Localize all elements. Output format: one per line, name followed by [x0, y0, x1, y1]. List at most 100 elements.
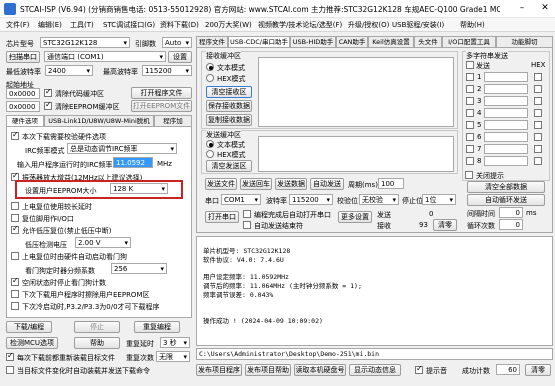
repeat-delay-select[interactable]: 3 秒	[160, 337, 190, 348]
loop-count-input[interactable]: 0	[499, 219, 523, 230]
p32-p33-checkbox[interactable]	[11, 302, 19, 310]
menu-help[interactable]: 帮助(H)	[460, 20, 485, 30]
tab-can-assistant[interactable]: CAN助手	[336, 36, 368, 47]
clear-tx-button[interactable]: 清空发送区	[206, 160, 252, 172]
multi-row-send-checkbox[interactable]	[466, 133, 474, 141]
menu-prize[interactable]: 200万大奖(W)	[205, 20, 252, 30]
tx-text-mode-radio[interactable]	[206, 140, 214, 148]
auto-close-checkbox[interactable]	[243, 221, 251, 229]
erase-eeprom-checkbox[interactable]	[11, 290, 19, 298]
tab-pin-switch[interactable]: 功能脚切	[496, 36, 553, 47]
tx-hex-mode-radio[interactable]	[206, 150, 214, 158]
baud-select[interactable]: 115200	[289, 194, 333, 205]
multi-row-hex-checkbox[interactable]	[534, 85, 542, 93]
multi-row-input[interactable]	[484, 144, 528, 154]
multi-row-send-checkbox[interactable]	[466, 145, 474, 153]
parity-select[interactable]: 无校验	[359, 194, 399, 205]
menu-upgrade[interactable]: 升级/授权(O)	[348, 20, 389, 30]
eeprom-addr-input[interactable]: 0x0000	[6, 101, 40, 112]
download-program-button[interactable]: 下载/编程	[6, 321, 52, 333]
low-voltage-reset-checkbox[interactable]	[11, 224, 19, 234]
lvd-select[interactable]: 2.00 V	[75, 237, 131, 248]
multi-row-hex-checkbox[interactable]	[534, 109, 542, 117]
reset-pin-io-checkbox[interactable]	[11, 214, 19, 222]
multi-row-send-checkbox[interactable]	[466, 157, 474, 165]
reprogram-button[interactable]: 重复编程	[134, 321, 180, 333]
tab-usb-link[interactable]: USB-Link1D/U8W/U8W-Mini脱机	[44, 115, 154, 126]
auto-send-button[interactable]: 自动发送	[310, 178, 344, 190]
auto-wdt-checkbox[interactable]	[11, 252, 19, 260]
menu-usb-driver[interactable]: USB驱程/安装(I)	[392, 20, 444, 30]
clear-counts-button[interactable]: 清零	[433, 219, 457, 231]
irc-mode-select[interactable]: 总是动态调节IRC频率	[67, 143, 177, 154]
settings-button[interactable]: 设置	[168, 51, 192, 63]
reload-target-checkbox[interactable]	[6, 351, 14, 361]
verify-hw-checkbox[interactable]	[11, 130, 19, 140]
tab-keil-settings[interactable]: Keil仿真设置	[368, 36, 414, 47]
copy-rx-button[interactable]: 复制接收数据	[206, 114, 252, 126]
close-hint-checkbox[interactable]	[465, 171, 473, 179]
close-icon[interactable]: ✕	[538, 2, 552, 15]
port-select[interactable]: 通信端口 (COM1)	[44, 51, 166, 62]
tab-program-encrypt[interactable]: 程序加	[154, 115, 192, 126]
scan-port-button[interactable]: 扫描串口	[6, 51, 40, 63]
menu-debug[interactable]: STC调试接口(G)	[103, 20, 155, 30]
input-freq-field[interactable]: 11.0592	[113, 157, 153, 168]
tab-hardware-options[interactable]: 硬件选项	[6, 115, 44, 126]
publish-project-button[interactable]: 发布项目程序	[196, 364, 242, 376]
auto-open-checkbox[interactable]	[243, 210, 251, 218]
menu-edit[interactable]: 编辑(E)	[38, 20, 62, 30]
chip-model-select[interactable]: STC32G12K128	[40, 37, 130, 48]
auto-loop-send-button[interactable]: 自动循环发送	[467, 194, 545, 206]
file-path-field[interactable]: C:\Users\Administrator\Desktop\Demo-251\…	[196, 348, 553, 360]
stopbits-select[interactable]: 1位	[422, 194, 456, 205]
read-disk-id-button[interactable]: 读取本机硬盘号	[294, 364, 346, 376]
multi-row-send-checkbox[interactable]	[466, 109, 474, 117]
rx-text-area[interactable]	[258, 57, 454, 127]
clear-success-button[interactable]: 清零	[525, 364, 551, 376]
multi-row-input[interactable]	[484, 84, 528, 94]
show-dynamic-info-button[interactable]: 显示动态信息	[349, 364, 401, 376]
multi-row-input[interactable]	[484, 108, 528, 118]
multi-row-hex-checkbox[interactable]	[534, 121, 542, 129]
tab-header-file[interactable]: 头文件	[414, 36, 442, 47]
hint-sound-checkbox[interactable]	[415, 364, 423, 374]
send-file-button[interactable]: 发送文件	[205, 178, 237, 190]
code-addr-input[interactable]: 0x0000	[6, 88, 40, 99]
rx-text-mode-radio[interactable]	[206, 63, 214, 71]
idle-stop-wdt-checkbox[interactable]	[11, 276, 19, 286]
more-settings-button[interactable]: 更多设置	[338, 211, 372, 223]
help-button[interactable]: 帮助	[74, 337, 120, 349]
wdt-divider-select[interactable]: 256	[111, 263, 167, 274]
save-rx-button[interactable]: 保存接收数据	[206, 100, 252, 112]
rx-hex-mode-radio[interactable]	[206, 74, 214, 82]
eeprom-size-select[interactable]: 128 K	[110, 183, 168, 194]
menu-download[interactable]: 资料下载(D)	[160, 20, 199, 30]
multi-row-hex-checkbox[interactable]	[534, 145, 542, 153]
multi-row-input[interactable]	[484, 132, 528, 142]
tab-hid-assistant[interactable]: USB-HID助手	[290, 36, 336, 47]
tab-serial-assistant[interactable]: USB-CDC/串口助手	[228, 36, 290, 47]
menu-video[interactable]: 视频教学/技术论坛/选型(F)	[258, 20, 342, 30]
multi-send-all-checkbox[interactable]	[466, 61, 474, 69]
interval-input[interactable]: 0	[499, 207, 523, 218]
send-data-button[interactable]: 发送数据	[275, 178, 307, 190]
tab-io-config[interactable]: I/O口配置工具	[442, 36, 496, 47]
publish-help-button[interactable]: 发布项目帮助	[245, 364, 291, 376]
max-baud-select[interactable]: 115200	[142, 65, 192, 76]
port-select-right[interactable]: COM1	[221, 194, 261, 205]
clear-code-checkbox[interactable]	[44, 87, 52, 97]
clear-rx-button[interactable]: 清空接收区	[206, 86, 252, 98]
long-reset-delay-checkbox[interactable]	[11, 202, 19, 210]
clear-all-data-button[interactable]: 清空全部数据	[467, 181, 545, 193]
stop-button[interactable]: 停止	[74, 321, 120, 333]
multi-row-send-checkbox[interactable]	[466, 73, 474, 81]
min-baud-select[interactable]: 2400	[45, 65, 93, 76]
menu-tools[interactable]: 工具(T)	[70, 20, 94, 30]
send-enter-button[interactable]: 发送回车	[240, 178, 272, 190]
multi-row-send-checkbox[interactable]	[466, 97, 474, 105]
open-program-file-button[interactable]: 打开程序文件	[131, 87, 192, 99]
multi-row-input[interactable]	[484, 156, 528, 166]
multi-row-hex-checkbox[interactable]	[534, 133, 542, 141]
pin-count-select[interactable]: Auto	[162, 37, 192, 48]
